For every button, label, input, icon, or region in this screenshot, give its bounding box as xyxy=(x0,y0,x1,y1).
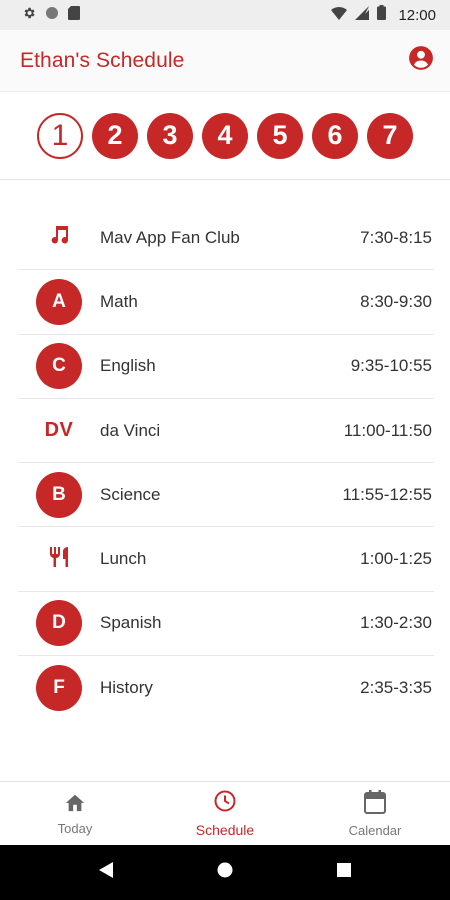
period-badge xyxy=(18,545,100,574)
settings-gear-icon xyxy=(22,6,36,25)
period-letter: C xyxy=(36,343,82,390)
period-name: da Vinci xyxy=(100,420,161,440)
nav-today[interactable]: Today xyxy=(0,782,150,845)
calendar-icon xyxy=(364,789,386,819)
period-time: 11:55-12:55 xyxy=(342,484,432,504)
status-bar: 12:00 xyxy=(0,0,450,30)
period-letter: A xyxy=(36,278,82,325)
period-name: Math xyxy=(100,291,138,311)
status-right: 12:00 xyxy=(331,5,436,25)
signal-icon xyxy=(355,5,370,25)
day-2-button[interactable]: 2 xyxy=(92,112,138,159)
period-badge xyxy=(18,223,100,252)
back-icon[interactable] xyxy=(99,862,113,883)
day-selector: 1 2 3 4 5 6 7 xyxy=(0,92,450,180)
sd-card-icon xyxy=(68,5,80,25)
schedule-row[interactable]: DV da Vinci 11:00-11:50 xyxy=(18,399,434,464)
period-time: 9:35-10:55 xyxy=(350,356,432,376)
period-name: Spanish xyxy=(100,613,162,633)
period-letter: DV xyxy=(44,419,74,442)
period-badge: DV xyxy=(18,419,100,442)
period-name: Mav App Fan Club xyxy=(100,227,240,247)
period-name: History xyxy=(100,678,153,698)
schedule-row[interactable]: Mav App Fan Club 7:30-8:15 xyxy=(18,206,434,271)
schedule-row[interactable]: C English 9:35-10:55 xyxy=(18,335,434,399)
period-letter: D xyxy=(36,600,82,647)
period-time: 2:35-3:35 xyxy=(360,678,432,698)
period-time: 8:30-9:30 xyxy=(360,291,432,311)
page-title: Ethan's Schedule xyxy=(20,48,185,72)
schedule-row[interactable]: F History 2:35-3:35 xyxy=(18,656,434,720)
period-name: Lunch xyxy=(100,549,147,569)
nav-calendar-label: Calendar xyxy=(348,822,402,838)
nav-today-label: Today xyxy=(57,820,93,836)
period-name: Science xyxy=(100,484,161,504)
circle-status-icon xyxy=(45,6,59,25)
period-badge: A xyxy=(18,278,100,325)
clock-icon xyxy=(213,789,237,818)
day-3-button[interactable]: 3 xyxy=(147,112,193,159)
home-icon xyxy=(64,792,86,817)
period-time: 1:00-1:25 xyxy=(360,549,432,569)
schedule-row[interactable]: A Math 8:30-9:30 xyxy=(18,270,434,335)
period-time: 7:30-8:15 xyxy=(360,227,432,247)
home-circle-icon[interactable] xyxy=(217,862,233,883)
day-5-button[interactable]: 5 xyxy=(257,112,303,159)
period-badge: C xyxy=(18,343,100,390)
system-nav-bar xyxy=(0,845,450,900)
music-note-icon xyxy=(47,223,71,252)
app-header: Ethan's Schedule xyxy=(0,30,450,92)
day-1-button[interactable]: 1 xyxy=(37,112,83,159)
period-badge: D xyxy=(18,600,100,647)
period-badge: B xyxy=(18,471,100,518)
schedule-row[interactable]: B Science 11:55-12:55 xyxy=(18,463,434,528)
day-6-button[interactable]: 6 xyxy=(312,112,358,159)
battery-icon xyxy=(377,5,387,25)
period-letter: F xyxy=(36,665,82,712)
nav-schedule[interactable]: Schedule xyxy=(150,782,300,845)
period-letter: B xyxy=(36,471,82,518)
bottom-nav: Today Schedule Calendar xyxy=(0,781,450,845)
fork-knife-icon xyxy=(47,545,71,574)
schedule-list: Mav App Fan Club 7:30-8:15 A Math 8:30-9… xyxy=(18,206,434,720)
day-7-button[interactable]: 7 xyxy=(367,112,413,159)
period-name: English xyxy=(100,356,156,376)
status-left xyxy=(22,5,80,25)
nav-schedule-label: Schedule xyxy=(195,822,255,838)
recents-square-icon[interactable] xyxy=(337,863,351,882)
status-time: 12:00 xyxy=(398,6,436,24)
wifi-icon xyxy=(331,6,348,25)
period-badge: F xyxy=(18,665,100,712)
schedule-row[interactable]: D Spanish 1:30-2:30 xyxy=(18,592,434,657)
account-button[interactable] xyxy=(406,46,436,76)
nav-calendar[interactable]: Calendar xyxy=(300,782,450,845)
account-circle-icon xyxy=(408,45,434,76)
day-4-button[interactable]: 4 xyxy=(202,112,248,159)
schedule-row[interactable]: Lunch 1:00-1:25 xyxy=(18,527,434,592)
period-time: 1:30-2:30 xyxy=(360,613,432,633)
period-time: 11:00-11:50 xyxy=(343,420,432,440)
